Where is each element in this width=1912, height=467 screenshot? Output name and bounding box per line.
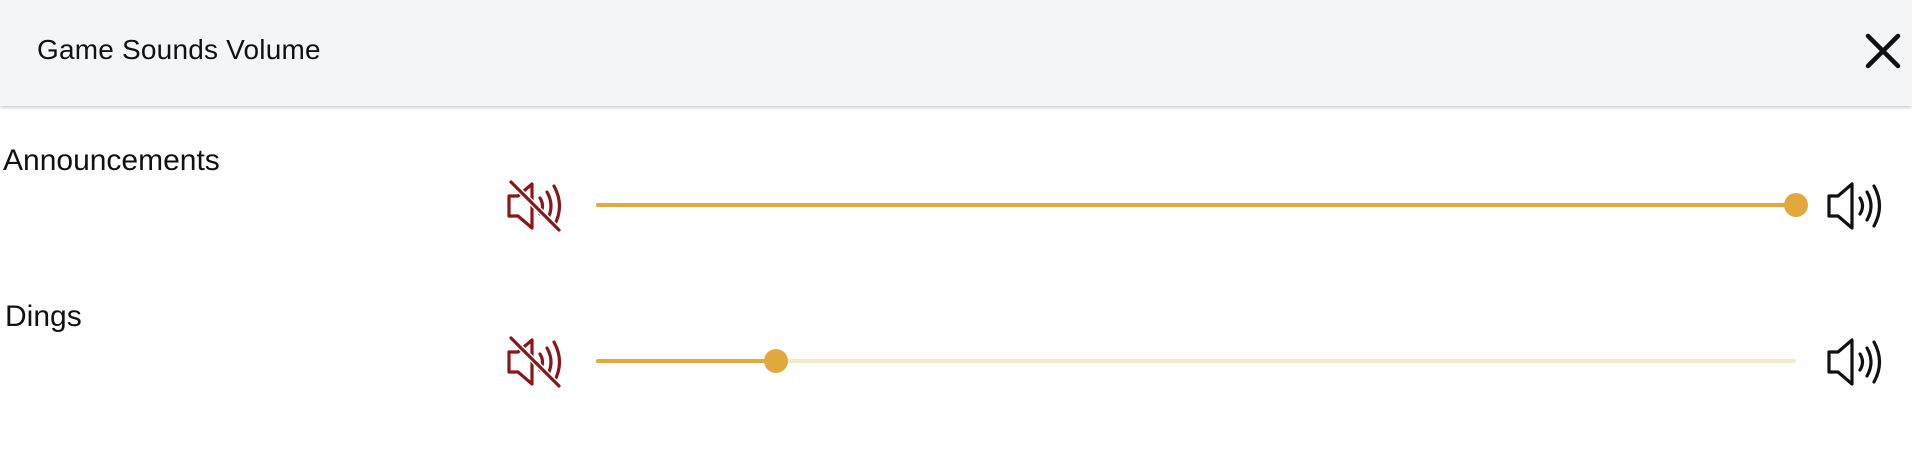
dings-label: Dings <box>5 300 82 333</box>
announcements-volume-slider[interactable] <box>596 190 1808 220</box>
volume-row-announcements: Announcements <box>0 106 1912 256</box>
volume-max-icon <box>1827 182 1882 230</box>
volume-row-dings: Dings <box>0 262 1912 412</box>
max-volume-dings-button[interactable] <box>1825 335 1887 389</box>
close-button[interactable] <box>1862 28 1906 72</box>
close-icon <box>1865 33 1901 69</box>
volume-max-icon <box>1827 338 1882 386</box>
announcements-label: Announcements <box>3 144 220 177</box>
slider-track <box>596 359 776 363</box>
dialog-title: Game Sounds Volume <box>37 34 321 65</box>
dings-volume-slider[interactable] <box>596 346 1796 376</box>
slider-thumb[interactable] <box>764 349 788 373</box>
max-volume-announcements-button[interactable] <box>1825 179 1887 233</box>
slider-thumb[interactable] <box>1784 193 1808 217</box>
mute-announcements-button[interactable] <box>505 179 567 233</box>
mute-dings-button[interactable] <box>505 335 567 389</box>
dialog-header: Game Sounds Volume <box>0 0 1912 106</box>
volume-muted-icon <box>507 179 562 233</box>
volume-muted-icon <box>507 335 562 389</box>
game-sounds-volume-dialog: Game Sounds Volume Announcements Dings <box>0 0 1912 467</box>
slider-track <box>596 203 1796 207</box>
